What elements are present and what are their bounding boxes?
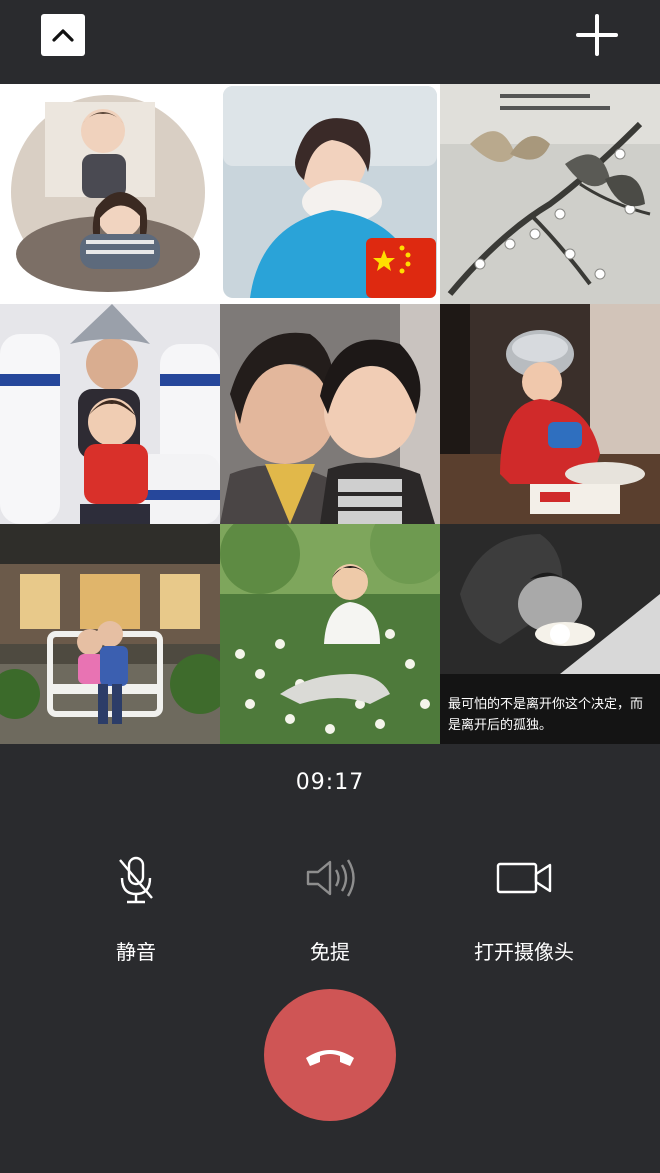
camera-button[interactable]: 打开摄像头 [424,848,624,965]
mute-button[interactable]: 静音 [36,848,236,965]
participant-avatar [0,524,220,744]
participant-avatar [0,84,220,304]
participant-avatar [220,304,440,524]
participant-video-tile[interactable] [440,84,660,304]
camera-label: 打开摄像头 [474,940,574,964]
participant-avatar [220,524,440,744]
participant-avatar [440,304,660,524]
participant-video-tile[interactable] [440,304,660,524]
phone-hangup-icon [306,1050,354,1066]
participant-video-tile[interactable] [220,524,440,744]
participant-video-tile[interactable]: 最可怕的不是离开你这个决定，而是离开后的孤独。 [440,524,660,744]
mute-label: 静音 [116,940,156,964]
participant-avatar [0,304,220,524]
video-camera-icon [496,862,552,894]
microphone-off-icon [119,856,153,904]
top-bar [0,0,660,84]
speaker-button[interactable]: 免提 [230,848,430,965]
participant-caption: 最可怕的不是离开你这个决定，而是离开后的孤独。 [448,697,644,733]
speaker-label: 免提 [310,940,350,964]
participant-video-tile[interactable] [220,84,440,304]
collapse-button[interactable] [41,14,85,56]
hangup-button[interactable] [264,989,396,1121]
participant-video-tile[interactable] [0,524,220,744]
call-timer: 09:17 [295,770,365,795]
participant-video-tile[interactable] [220,304,440,524]
participant-video-tile[interactable] [0,304,220,524]
add-participant-button[interactable] [574,12,620,58]
plus-icon [576,14,618,56]
participant-avatar [440,84,660,304]
participant-grid: 最可怕的不是离开你这个决定，而是离开后的孤独。 [0,84,660,744]
participant-video-tile[interactable] [0,84,220,304]
chevron-up-icon [52,29,74,42]
participant-avatar [220,84,440,304]
speaker-icon [306,859,355,897]
